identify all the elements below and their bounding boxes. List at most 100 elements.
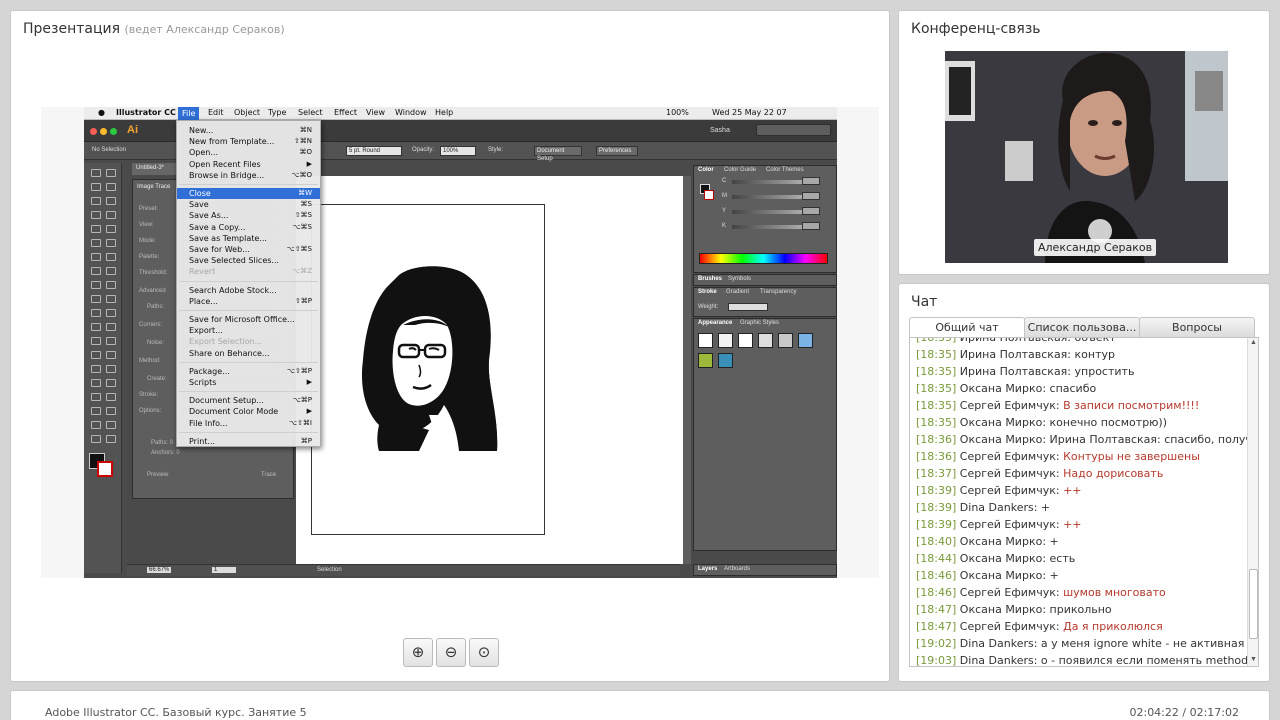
opacity-input[interactable]: 100% xyxy=(440,146,476,156)
file-menu-print[interactable]: Print... ⌘P xyxy=(177,436,320,447)
canvas-scrollbar[interactable] xyxy=(683,176,691,564)
file-menu-browse-in-bridge[interactable]: Browse in Bridge... ⌥⌘O xyxy=(177,170,320,181)
document-setup-button[interactable]: Document Setup xyxy=(534,146,582,162)
tool-icon[interactable] xyxy=(91,337,101,345)
menu-object[interactable]: Object xyxy=(234,108,260,117)
tool-icon[interactable] xyxy=(91,211,101,219)
tool-icon[interactable] xyxy=(106,421,116,429)
file-menu-export-selection[interactable]: Export Selection... xyxy=(177,336,320,347)
panel-tab[interactable]: Symbols xyxy=(728,276,751,282)
file-menu-save-for-web[interactable]: Save for Web... ⌥⇧⌘S xyxy=(177,244,320,255)
tab-questions[interactable]: Вопросы xyxy=(1139,317,1255,338)
file-menu-save[interactable]: Save ⌘S xyxy=(177,199,320,210)
scroll-thumb[interactable] xyxy=(1249,569,1258,639)
page-number-input[interactable]: 1 xyxy=(212,567,236,573)
tool-icon[interactable] xyxy=(91,421,101,429)
graphic-style-swatch[interactable] xyxy=(798,333,813,348)
tool-icon[interactable] xyxy=(91,169,101,177)
tool-icon[interactable] xyxy=(106,379,116,387)
cmyk-value-input[interactable] xyxy=(802,207,820,215)
preferences-button[interactable]: Preferences xyxy=(596,146,638,156)
panel-tab[interactable]: Gradient xyxy=(726,289,749,295)
menu-help[interactable]: Help xyxy=(435,108,453,117)
tool-icon[interactable] xyxy=(91,253,101,261)
file-menu-open[interactable]: Open... ⌘O xyxy=(177,147,320,158)
tool-icon[interactable] xyxy=(106,281,116,289)
tab-user-list[interactable]: Список пользова... xyxy=(1024,317,1140,338)
file-menu-new-from-template[interactable]: New from Template... ⇧⌘N xyxy=(177,136,320,147)
file-menu-document-color-mode[interactable]: Document Color Mode ▶ xyxy=(177,406,320,417)
tool-icon[interactable] xyxy=(91,323,101,331)
traced-portrait-image[interactable] xyxy=(359,265,501,451)
file-menu-document-setup[interactable]: Document Setup... ⌥⌘P xyxy=(177,395,320,406)
tool-icon[interactable] xyxy=(106,239,116,247)
cmyk-value-input[interactable] xyxy=(802,177,820,185)
file-menu-package[interactable]: Package... ⌥⇧⌘P xyxy=(177,366,320,377)
zoom-fit-button[interactable]: ⊙ xyxy=(469,638,499,667)
file-menu-open-recent-files[interactable]: Open Recent Files ▶ xyxy=(177,159,320,170)
tool-icon[interactable] xyxy=(106,183,116,191)
panel-tab[interactable]: Appearance xyxy=(698,320,732,326)
file-menu-search-adobe-stock[interactable]: Search Adobe Stock... xyxy=(177,285,320,296)
panel-tab[interactable]: Transparency xyxy=(760,289,796,295)
file-menu-save-selected-slices[interactable]: Save Selected Slices... xyxy=(177,255,320,266)
menu-window[interactable]: Window xyxy=(395,108,427,117)
menu-file[interactable]: File xyxy=(178,107,200,120)
tool-icon[interactable] xyxy=(91,281,101,289)
file-menu-save-for-microsoft-office[interactable]: Save for Microsoft Office... xyxy=(177,314,320,325)
graphic-style-swatch[interactable] xyxy=(718,333,733,348)
speaker-video[interactable]: Александр Сераков xyxy=(945,51,1228,263)
stroke-swatch-icon[interactable] xyxy=(704,190,714,200)
tool-icon[interactable] xyxy=(91,183,101,191)
minimize-window-icon[interactable] xyxy=(100,128,107,135)
graphic-style-swatch[interactable] xyxy=(738,333,753,348)
tool-icon[interactable] xyxy=(106,225,116,233)
scroll-down-icon[interactable]: ▼ xyxy=(1249,656,1258,663)
menu-view[interactable]: View xyxy=(366,108,385,117)
stroke-color-icon[interactable] xyxy=(97,461,113,477)
tool-icon[interactable] xyxy=(91,225,101,233)
tool-icon[interactable] xyxy=(91,407,101,415)
menu-edit[interactable]: Edit xyxy=(208,108,224,117)
file-menu-place[interactable]: Place... ⇧⌘P xyxy=(177,296,320,307)
tool-icon[interactable] xyxy=(106,309,116,317)
cmyk-value-input[interactable] xyxy=(802,192,820,200)
zoom-in-button[interactable]: ⊕ xyxy=(403,638,433,667)
app-name[interactable]: Illustrator CC xyxy=(116,108,176,117)
tool-icon[interactable] xyxy=(106,435,116,443)
tab-general-chat[interactable]: Общий чат xyxy=(909,317,1025,338)
tool-icon[interactable] xyxy=(106,169,116,177)
panel-tab[interactable]: Stroke xyxy=(698,289,717,295)
cmyk-slider[interactable] xyxy=(732,180,802,184)
tool-icon[interactable] xyxy=(106,407,116,415)
file-menu-save-a-copy[interactable]: Save a Copy... ⌥⌘S xyxy=(177,222,320,233)
apple-icon[interactable]: ● xyxy=(98,108,105,117)
file-menu-revert[interactable]: Revert ⌥⌘Z xyxy=(177,266,320,277)
scroll-up-icon[interactable]: ▲ xyxy=(1249,339,1258,346)
tool-icon[interactable] xyxy=(106,365,116,373)
tool-icon[interactable] xyxy=(106,323,116,331)
zoom-out-button[interactable]: ⊖ xyxy=(436,638,466,667)
tool-icon[interactable] xyxy=(91,435,101,443)
menu-select[interactable]: Select xyxy=(298,108,323,117)
panel-tab[interactable]: Color xyxy=(698,167,714,173)
graphic-style-swatch[interactable] xyxy=(778,333,793,348)
tool-icon[interactable] xyxy=(106,197,116,205)
tool-icon[interactable] xyxy=(91,393,101,401)
tool-icon[interactable] xyxy=(91,239,101,247)
zoom-level-select[interactable]: 66.67% xyxy=(147,567,172,573)
file-menu-file-info[interactable]: File Info... ⌥⇧⌘I xyxy=(177,418,320,429)
weight-input[interactable] xyxy=(728,303,768,311)
tool-icon[interactable] xyxy=(106,393,116,401)
tool-icon[interactable] xyxy=(106,295,116,303)
graphic-style-swatch[interactable] xyxy=(718,353,733,368)
file-menu-scripts[interactable]: Scripts ▶ xyxy=(177,377,320,388)
tool-icon[interactable] xyxy=(91,351,101,359)
tool-icon[interactable] xyxy=(106,253,116,261)
tool-icon[interactable] xyxy=(91,365,101,373)
file-menu-export[interactable]: Export... xyxy=(177,325,320,336)
panel-tab[interactable]: Artboards xyxy=(724,566,750,572)
cmyk-slider[interactable] xyxy=(732,210,802,214)
panel-tab[interactable]: Brushes xyxy=(698,276,722,282)
graphic-style-swatch[interactable] xyxy=(698,333,713,348)
